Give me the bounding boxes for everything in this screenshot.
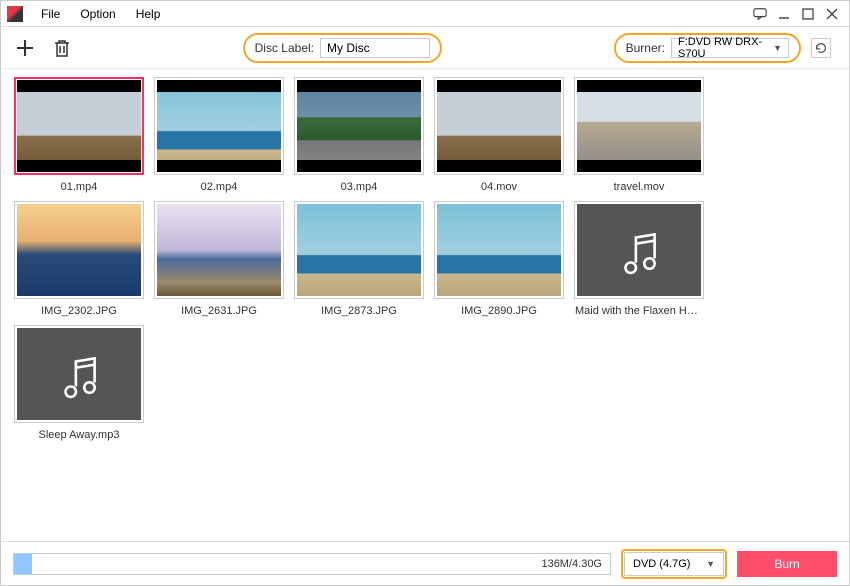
thumbnail-item[interactable]: 01.mp4	[13, 77, 145, 193]
thumbnail-label: 01.mp4	[15, 181, 143, 193]
thumbnail-label: IMG_2890.JPG	[435, 305, 563, 317]
capacity-bar: 136M/4.30G	[13, 553, 611, 575]
thumbnail-item[interactable]: 04.mov	[433, 77, 565, 193]
minimize-icon[interactable]	[777, 7, 791, 21]
music-icon	[17, 328, 141, 420]
thumbnail-image	[17, 80, 141, 172]
burner-label-text: Burner:	[626, 41, 665, 55]
thumbnail-frame	[14, 77, 144, 175]
toolbar: Disc Label: Burner: F:DVD RW DRX-S70U ▼	[1, 27, 849, 69]
thumbnail-item[interactable]: Sleep Away.mp3	[13, 325, 145, 441]
thumbnail-frame	[14, 201, 144, 299]
thumbnail-frame	[294, 77, 424, 175]
capacity-fill	[14, 554, 32, 574]
delete-button[interactable]	[53, 38, 71, 58]
disc-label-text: Disc Label:	[255, 41, 314, 55]
thumbnail-frame	[434, 201, 564, 299]
thumbnail-label: 03.mp4	[295, 181, 423, 193]
thumbnail-item[interactable]: IMG_2302.JPG	[13, 201, 145, 317]
thumbnail-grid: 01.mp4 02.mp4 03.mp4 04.mov travel.mov IMG_23…	[13, 77, 837, 441]
thumbnail-frame	[434, 77, 564, 175]
thumbnail-frame	[154, 77, 284, 175]
footer: 136M/4.30G DVD (4.7G) ▼ Burn	[1, 541, 849, 585]
chevron-down-icon: ▼	[773, 43, 782, 53]
thumbnail-label: 04.mov	[435, 181, 563, 193]
disc-type-value: DVD (4.7G)	[633, 558, 690, 570]
thumbnail-item[interactable]: 02.mp4	[153, 77, 285, 193]
thumbnail-label: IMG_2302.JPG	[15, 305, 143, 317]
close-icon[interactable]	[825, 7, 839, 21]
thumbnail-image	[17, 204, 141, 296]
thumbnail-frame	[294, 201, 424, 299]
thumbnail-image	[437, 204, 561, 296]
thumbnail-label: IMG_2631.JPG	[155, 305, 283, 317]
thumbnail-label: Sleep Away.mp3	[15, 429, 143, 441]
menu-help[interactable]: Help	[126, 7, 171, 21]
menu-option[interactable]: Option	[70, 7, 125, 21]
app-icon	[7, 6, 23, 22]
thumbnail-frame	[154, 201, 284, 299]
thumbnail-label: IMG_2873.JPG	[295, 305, 423, 317]
thumbnail-image	[577, 80, 701, 172]
thumbnail-item[interactable]: Maid with the Flaxen Hair....	[573, 201, 705, 317]
menubar: File Option Help	[1, 1, 849, 27]
disc-type-highlight: DVD (4.7G) ▼	[621, 549, 727, 579]
thumbnail-image	[297, 204, 421, 296]
thumbnail-item[interactable]: IMG_2890.JPG	[433, 201, 565, 317]
burner-group: Burner: F:DVD RW DRX-S70U ▼	[614, 33, 801, 63]
thumbnail-label: Maid with the Flaxen Hair....	[575, 305, 703, 317]
thumbnail-image	[157, 80, 281, 172]
thumbnail-frame	[574, 201, 704, 299]
refresh-button[interactable]	[811, 38, 831, 58]
maximize-icon[interactable]	[801, 7, 815, 21]
disc-type-select[interactable]: DVD (4.7G) ▼	[624, 552, 724, 576]
burner-value: F:DVD RW DRX-S70U	[678, 36, 773, 60]
thumbnail-item[interactable]: 03.mp4	[293, 77, 425, 193]
thumbnail-image	[297, 80, 421, 172]
thumbnail-item[interactable]: travel.mov	[573, 77, 705, 193]
thumbnail-item[interactable]: IMG_2873.JPG	[293, 201, 425, 317]
thumbnail-frame	[14, 325, 144, 423]
thumbnail-frame	[574, 77, 704, 175]
capacity-text: 136M/4.30G	[541, 558, 610, 570]
music-icon	[577, 204, 701, 296]
content-area: 01.mp4 02.mp4 03.mp4 04.mov travel.mov IMG_23…	[1, 69, 849, 541]
menu-file[interactable]: File	[31, 7, 70, 21]
burn-button[interactable]: Burn	[737, 551, 837, 577]
burner-select[interactable]: F:DVD RW DRX-S70U ▼	[671, 38, 789, 58]
add-button[interactable]	[15, 38, 35, 58]
chevron-down-icon: ▼	[706, 559, 715, 569]
thumbnail-image	[157, 204, 281, 296]
thumbnail-label: 02.mp4	[155, 181, 283, 193]
disc-label-group: Disc Label:	[243, 33, 442, 63]
feedback-icon[interactable]	[753, 7, 767, 21]
thumbnail-label: travel.mov	[575, 181, 703, 193]
thumbnail-image	[437, 80, 561, 172]
disc-label-input[interactable]	[320, 38, 430, 58]
thumbnail-item[interactable]: IMG_2631.JPG	[153, 201, 285, 317]
